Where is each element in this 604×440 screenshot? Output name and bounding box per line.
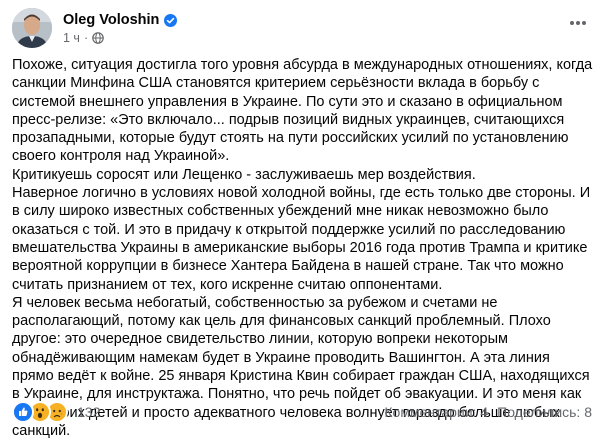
facebook-post: Oleg Voloshin 1 ч · Похоже, ситуация дос… bbox=[0, 0, 604, 439]
author-avatar[interactable] bbox=[12, 8, 52, 48]
globe-icon[interactable] bbox=[92, 32, 104, 44]
post-text: Похоже, ситуация достигла того уровня аб… bbox=[12, 56, 594, 440]
post-timestamp[interactable]: 1 ч bbox=[63, 31, 80, 45]
meta-separator: · bbox=[83, 31, 89, 45]
post-meta: 1 ч · bbox=[63, 30, 104, 46]
engagement-stats: Комментарии: 4 Поделились: 8 bbox=[384, 402, 592, 422]
reaction-count: 132 bbox=[77, 404, 101, 420]
post-paragraph: Критикуешь соросят или Лещенко - заслужи… bbox=[12, 166, 476, 183]
more-options-button[interactable] bbox=[564, 8, 592, 36]
ellipsis-icon bbox=[569, 13, 587, 31]
post-footer: 132 Комментарии: 4 Поделились: 8 bbox=[12, 401, 592, 424]
verified-badge-icon bbox=[164, 13, 178, 27]
author-line: Oleg Voloshin bbox=[63, 11, 178, 29]
post-paragraph: Похоже, ситуация достигла того уровня аб… bbox=[12, 57, 593, 165]
post-header: Oleg Voloshin 1 ч · bbox=[12, 8, 592, 48]
shares-count-link[interactable]: Поделились: 8 bbox=[497, 404, 592, 420]
comments-count-link[interactable]: Комментарии: 4 bbox=[384, 404, 488, 420]
post-paragraph: Наверное логично в условиях новой холодн… bbox=[12, 185, 591, 293]
reactions-summary[interactable]: 132 bbox=[12, 401, 101, 423]
like-reaction-icon bbox=[12, 401, 34, 423]
user-avatar-photo bbox=[12, 8, 52, 48]
author-name[interactable]: Oleg Voloshin bbox=[63, 12, 159, 28]
